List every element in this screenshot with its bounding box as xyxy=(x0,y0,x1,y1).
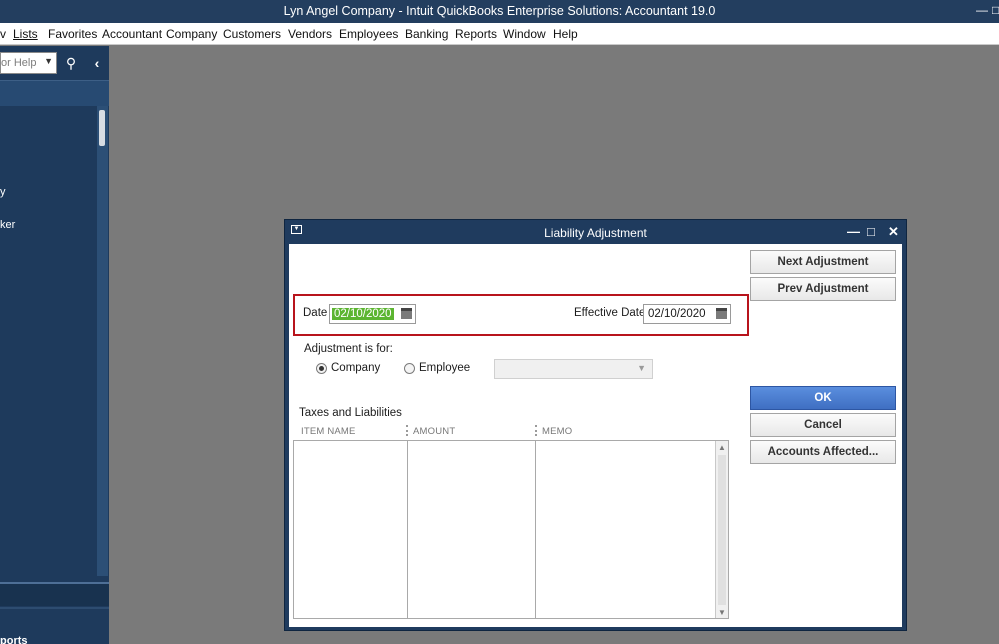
scroll-up-icon[interactable]: ▲ xyxy=(718,443,726,452)
sidebar-item-partial-2[interactable]: ker xyxy=(0,219,15,231)
company-radio-label[interactable]: Company xyxy=(331,362,380,374)
adjustment-for-label: Adjustment is for: xyxy=(304,343,393,355)
maximize-icon[interactable]: □ xyxy=(867,224,875,239)
menu-view[interactable]: v xyxy=(0,27,6,41)
menu-favorites[interactable]: Favorites xyxy=(48,27,97,41)
dialog-body: Date 02/10/2020 Effective Date 02/10/202… xyxy=(289,244,902,627)
menu-bar: v Lists Favorites Accountant Company Cus… xyxy=(0,23,999,45)
column-header-item-name[interactable]: ITEM NAME xyxy=(301,426,356,437)
table-scroll-track[interactable] xyxy=(718,455,726,605)
effective-date-value: 02/10/2020 xyxy=(648,308,706,320)
sidebar-scrollbar[interactable] xyxy=(97,106,108,576)
menu-accountant[interactable]: Accountant xyxy=(102,27,162,41)
sidebar-section-bar xyxy=(0,582,109,606)
dialog-title-bar: ▼ Liability Adjustment — □ ✕ xyxy=(285,220,906,244)
effective-date-label: Effective Date xyxy=(574,307,646,319)
date-value: 02/10/2020 xyxy=(332,308,394,320)
left-icon-bar: or Help ▼ ⚲ ‹ y ker ports xyxy=(0,46,109,644)
menu-banking[interactable]: Banking xyxy=(405,27,448,41)
sidebar-scroll-thumb[interactable] xyxy=(99,110,105,146)
dialog-title: Liability Adjustment xyxy=(544,226,647,240)
menu-vendors[interactable]: Vendors xyxy=(288,27,332,41)
close-icon[interactable]: ✕ xyxy=(888,224,899,240)
column-resize-handle[interactable] xyxy=(406,425,408,436)
sidebar-header-band xyxy=(0,80,109,106)
menu-reports[interactable]: Reports xyxy=(455,27,497,41)
menu-help[interactable]: Help xyxy=(553,27,578,41)
menu-company[interactable]: Company xyxy=(166,27,217,41)
column-divider xyxy=(535,441,536,618)
liability-adjustment-dialog: ▼ Liability Adjustment — □ ✕ Date 02/10/… xyxy=(284,219,907,631)
minimize-icon[interactable]: — xyxy=(976,3,988,17)
calendar-icon[interactable] xyxy=(716,308,727,319)
employee-select[interactable]: ▼ xyxy=(494,359,653,379)
employee-radio-label[interactable]: Employee xyxy=(419,362,470,374)
column-header-amount[interactable]: AMOUNT xyxy=(413,426,455,437)
taxes-liabilities-title: Taxes and Liabilities xyxy=(299,407,402,419)
accounts-affected-button[interactable]: Accounts Affected... xyxy=(750,440,896,464)
minimize-icon[interactable]: — xyxy=(847,224,860,239)
menu-customers[interactable]: Customers xyxy=(223,27,281,41)
effective-date-field[interactable]: 02/10/2020 xyxy=(643,304,731,324)
search-icon[interactable]: ⚲ xyxy=(60,52,82,74)
column-header-memo[interactable]: MEMO xyxy=(542,426,572,437)
table-scrollbar[interactable]: ▲ ▼ xyxy=(715,441,728,618)
chevron-down-icon[interactable]: ▼ xyxy=(637,363,646,373)
menu-window[interactable]: Window xyxy=(503,27,546,41)
company-radio[interactable] xyxy=(316,363,327,374)
menu-employees[interactable]: Employees xyxy=(339,27,398,41)
date-label: Date xyxy=(303,307,328,319)
prev-adjustment-button[interactable]: Prev Adjustment xyxy=(750,277,896,301)
next-adjustment-button[interactable]: Next Adjustment xyxy=(750,250,896,274)
sidebar-item-reports[interactable]: ports xyxy=(0,635,28,644)
liabilities-table[interactable]: ▲ ▼ xyxy=(293,440,729,619)
scroll-down-icon[interactable]: ▼ xyxy=(718,608,726,617)
calendar-icon[interactable] xyxy=(401,308,412,319)
column-resize-handle[interactable] xyxy=(535,425,537,436)
sidebar-divider xyxy=(0,607,109,609)
date-field[interactable]: 02/10/2020 xyxy=(329,304,416,324)
chevron-left-icon[interactable]: ‹ xyxy=(86,52,108,74)
search-input[interactable]: or Help ▼ xyxy=(0,52,57,74)
sidebar-item-partial-1[interactable]: y xyxy=(0,186,6,198)
search-placeholder: or Help xyxy=(1,57,37,69)
employee-radio[interactable] xyxy=(404,363,415,374)
app-title-bar: Lyn Angel Company - Intuit QuickBooks En… xyxy=(0,0,999,23)
restore-icon[interactable]: □ xyxy=(992,3,999,17)
cancel-button[interactable]: Cancel xyxy=(750,413,896,437)
chevron-down-icon[interactable]: ▼ xyxy=(44,56,53,66)
app-window-title: Lyn Angel Company - Intuit QuickBooks En… xyxy=(283,4,716,18)
column-divider xyxy=(407,441,408,618)
ok-button[interactable]: OK xyxy=(750,386,896,410)
menu-lists[interactable]: Lists xyxy=(13,27,38,41)
